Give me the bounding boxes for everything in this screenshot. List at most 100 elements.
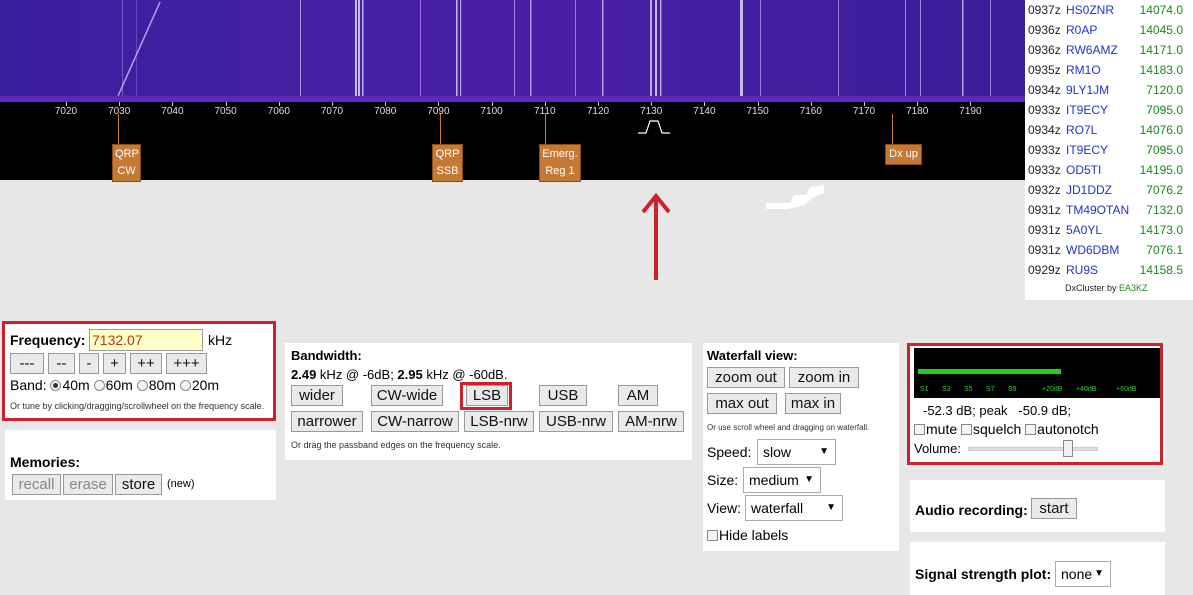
dx-spot-row: 0929z RU9S 14158.5 — [1025, 260, 1193, 280]
spot-callsign[interactable]: IT9ECY — [1066, 100, 1108, 120]
zoom-in-button[interactable]: zoom in — [789, 367, 859, 388]
chevron-down-icon: ▼ — [1094, 568, 1104, 579]
bandwidth-label: Bandwidth: — [291, 348, 362, 363]
tick-label: 7030 — [108, 106, 131, 117]
spot-frequency[interactable]: 7076.2 — [1146, 180, 1183, 200]
spot-time: 0934z — [1028, 83, 1061, 97]
spot-callsign[interactable]: RU9S — [1066, 260, 1098, 280]
dx-spot-row: 0931z WD6DBM 7076.1 — [1025, 240, 1193, 260]
store-button[interactable]: store — [115, 474, 162, 495]
dx-spot-row: 0933z OD5TI 14195.0 — [1025, 160, 1193, 180]
dx-spot-row: 0936z R0AP 14045.0 — [1025, 20, 1193, 40]
cw-narrow-button[interactable]: CW-narrow — [371, 411, 459, 432]
spot-callsign[interactable]: 9LY1JM — [1066, 80, 1109, 100]
view-select[interactable]: waterfall ▼ — [745, 495, 843, 521]
spot-callsign[interactable]: JD1DDZ — [1066, 180, 1112, 200]
spot-callsign[interactable]: IT9ECY — [1066, 140, 1108, 160]
waterfall-view-label: Waterfall view: — [707, 348, 798, 363]
size-select[interactable]: medium ▼ — [743, 467, 821, 493]
spot-time: 0931z — [1028, 203, 1061, 217]
spot-callsign[interactable]: TM49OTAN — [1066, 200, 1129, 220]
band-label-qrp-cw[interactable]: QRP CW — [112, 144, 141, 182]
dx-cluster-link[interactable]: EA3KZ — [1119, 283, 1148, 293]
tick-label: 7120 — [586, 106, 610, 117]
dx-spot-row: 0931z TM49OTAN 7132.0 — [1025, 200, 1193, 220]
cw-wide-button[interactable]: CW-wide — [371, 385, 443, 406]
spot-callsign[interactable]: OD5TI — [1066, 160, 1101, 180]
waterfall-hint: Or use scroll wheel and dragging on wate… — [707, 423, 870, 432]
usb-narrow-button[interactable]: USB-nrw — [539, 411, 613, 432]
chevron-down-icon: ▼ — [804, 474, 814, 485]
band-label-qrp-ssb[interactable]: QRP SSB — [432, 144, 463, 182]
hide-labels-checkbox[interactable]: Hide labels — [707, 527, 788, 543]
spot-frequency[interactable]: 14183.0 — [1140, 60, 1183, 80]
spot-callsign[interactable]: 5A0YL — [1066, 220, 1102, 240]
max-out-button[interactable]: max out — [707, 393, 777, 414]
spot-callsign[interactable]: WD6DBM — [1066, 240, 1119, 260]
spot-callsign[interactable]: RW6AMZ — [1066, 40, 1118, 60]
spot-frequency[interactable]: 14045.0 — [1140, 20, 1183, 40]
waterfall-display[interactable] — [0, 0, 1025, 102]
spot-time: 0936z — [1028, 43, 1061, 57]
speed-select[interactable]: slow ▼ — [757, 439, 836, 465]
spot-frequency[interactable]: 14076.0 — [1140, 120, 1183, 140]
chevron-down-icon: ▼ — [826, 502, 836, 513]
memories-panel: Memories: recall erase store (new) — [5, 430, 276, 500]
tick-label: 7080 — [374, 106, 397, 117]
dx-spot-row: 0934z 9LY1JM 7120.0 — [1025, 80, 1193, 100]
spot-time: 0934z — [1028, 123, 1061, 137]
size-label: Size: — [707, 472, 739, 488]
bandwidth-hint: Or drag the passband edges on the freque… — [291, 440, 501, 450]
signal-plot-select[interactable]: none ▼ — [1055, 561, 1111, 587]
tick-label: 7150 — [746, 106, 769, 117]
band-label-emerg-reg1[interactable]: Emerg. Reg 1 — [539, 144, 581, 182]
tick-label: 7140 — [693, 106, 716, 117]
chevron-down-icon: ▼ — [819, 446, 829, 457]
spot-frequency[interactable]: 7120.0 — [1146, 80, 1183, 100]
dx-spot-row: 0933z IT9ECY 7095.0 — [1025, 100, 1193, 120]
tick-label: 7180 — [906, 106, 929, 117]
start-recording-button[interactable]: start — [1031, 498, 1077, 519]
spot-callsign[interactable]: RO7L — [1066, 120, 1097, 140]
max-in-button[interactable]: max in — [785, 393, 841, 414]
spot-frequency[interactable]: 7132.0 — [1146, 200, 1183, 220]
spot-time: 0933z — [1028, 163, 1061, 177]
lsb-narrow-button[interactable]: LSB-nrw — [464, 411, 534, 432]
dx-spot-row: 0935z RM1O 14183.0 — [1025, 60, 1193, 80]
spot-frequency[interactable]: 14195.0 — [1140, 160, 1183, 180]
tick-label: 7160 — [799, 106, 822, 117]
spot-frequency[interactable]: 7095.0 — [1146, 140, 1183, 160]
smeter-highlight — [907, 343, 1163, 465]
erase-button[interactable]: erase — [63, 474, 113, 495]
tick-label: 7040 — [161, 106, 184, 117]
spot-time: 0931z — [1028, 243, 1061, 257]
spot-frequency[interactable]: 14158.5 — [1140, 260, 1183, 280]
band-label-dx-up[interactable]: Dx up — [885, 144, 922, 165]
waterfall-image — [0, 0, 1025, 102]
passband-indicator[interactable] — [636, 116, 672, 136]
spot-time: 0935z — [1028, 63, 1061, 77]
spot-callsign[interactable]: R0AP — [1066, 20, 1097, 40]
usb-button[interactable]: USB — [539, 385, 587, 406]
dx-spot-row: 0937z HS0ZNR 14074.0 — [1025, 0, 1193, 20]
spot-frequency[interactable]: 7076.1 — [1146, 240, 1183, 260]
frequency-highlight — [2, 321, 276, 421]
zoom-out-button[interactable]: zoom out — [707, 367, 785, 388]
signal-plot-panel: Signal strength plot: none ▼ — [910, 542, 1165, 595]
am-narrow-button[interactable]: AM-nrw — [618, 411, 684, 432]
spot-callsign[interactable]: RM1O — [1066, 60, 1101, 80]
spot-frequency[interactable]: 14171.0 — [1140, 40, 1183, 60]
dx-cluster-panel: 0937z HS0ZNR 14074.0 0936z R0AP 14045.0 0936z R… — [1025, 0, 1193, 300]
spot-callsign[interactable]: HS0ZNR — [1066, 0, 1114, 20]
frequency-scale[interactable]: 7020 7030 7040 7050 7060 7070 7080 7090 7100 7110… — [0, 102, 1025, 182]
spot-frequency[interactable]: 7095.0 — [1146, 100, 1183, 120]
dx-spot-row: 0932z JD1DDZ 7076.2 — [1025, 180, 1193, 200]
recall-button[interactable]: recall — [12, 474, 61, 495]
am-button[interactable]: AM — [618, 385, 658, 406]
wider-button[interactable]: wider — [291, 385, 343, 406]
spot-frequency[interactable]: 14074.0 — [1140, 0, 1183, 20]
narrower-button[interactable]: narrower — [291, 411, 363, 432]
tick-label: 7070 — [320, 106, 344, 117]
spot-frequency[interactable]: 14173.0 — [1140, 220, 1183, 240]
dx-spot-row: 0931z 5A0YL 14173.0 — [1025, 220, 1193, 240]
